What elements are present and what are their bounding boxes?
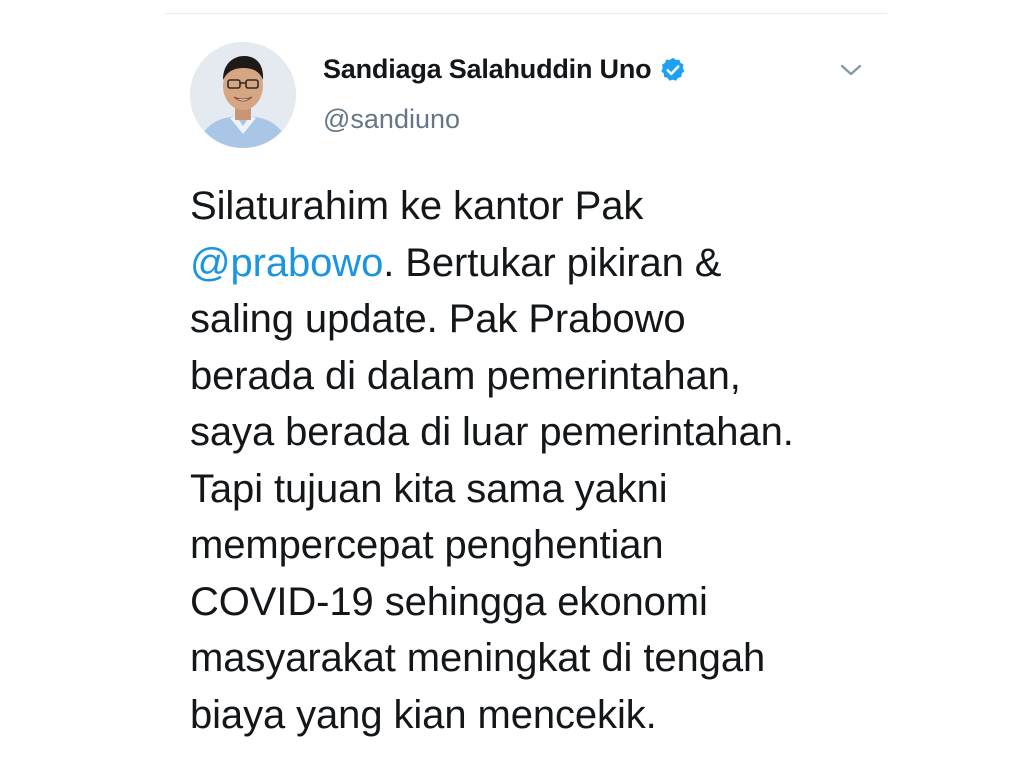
tweet-menu-button[interactable]: [835, 56, 867, 84]
tweet-line: saya berada di luar pemerintahan.: [190, 410, 794, 454]
chevron-down-icon: [840, 64, 862, 76]
tweet: Sandiaga Salahuddin Uno @sandiuno Silatu…: [190, 40, 880, 737]
tweet-line: Tapi tujuan kita sama yakni: [190, 466, 668, 511]
verified-badge-icon: [659, 56, 687, 84]
tweet-line: masyarakat meningkat di tengah: [190, 636, 766, 680]
tweet-line: Bertukar pikiran &: [405, 240, 722, 285]
tweet-line-with-mention: @prabowo. Bertukar pikiran &: [190, 235, 880, 292]
avatar-photo: [190, 42, 296, 148]
tweet-text: Silaturahim ke kantor Pak @prabowo. Bert…: [190, 178, 880, 743]
tweet-line: mempercepat penghentian: [190, 523, 664, 567]
user-handle[interactable]: @sandiuno: [323, 104, 460, 135]
name-row: Sandiaga Salahuddin Uno: [323, 54, 687, 85]
mention-suffix: .: [383, 240, 395, 285]
tweet-header: Sandiaga Salahuddin Uno @sandiuno: [190, 40, 880, 150]
tweet-line: saling update. Pak Prabowo: [190, 297, 686, 341]
top-divider: [165, 13, 887, 14]
display-name[interactable]: Sandiaga Salahuddin Uno: [323, 54, 652, 85]
tweet-line: COVID-19 sehingga ekonomi: [190, 579, 708, 624]
mention-link[interactable]: @prabowo: [190, 241, 383, 285]
tweet-line: biaya yang kian mencekik.: [190, 692, 657, 737]
tweet-line: Silaturahim ke kantor Pak: [190, 184, 644, 228]
avatar[interactable]: [190, 42, 296, 148]
tweet-line: berada di dalam pemerintahan,: [190, 353, 741, 398]
